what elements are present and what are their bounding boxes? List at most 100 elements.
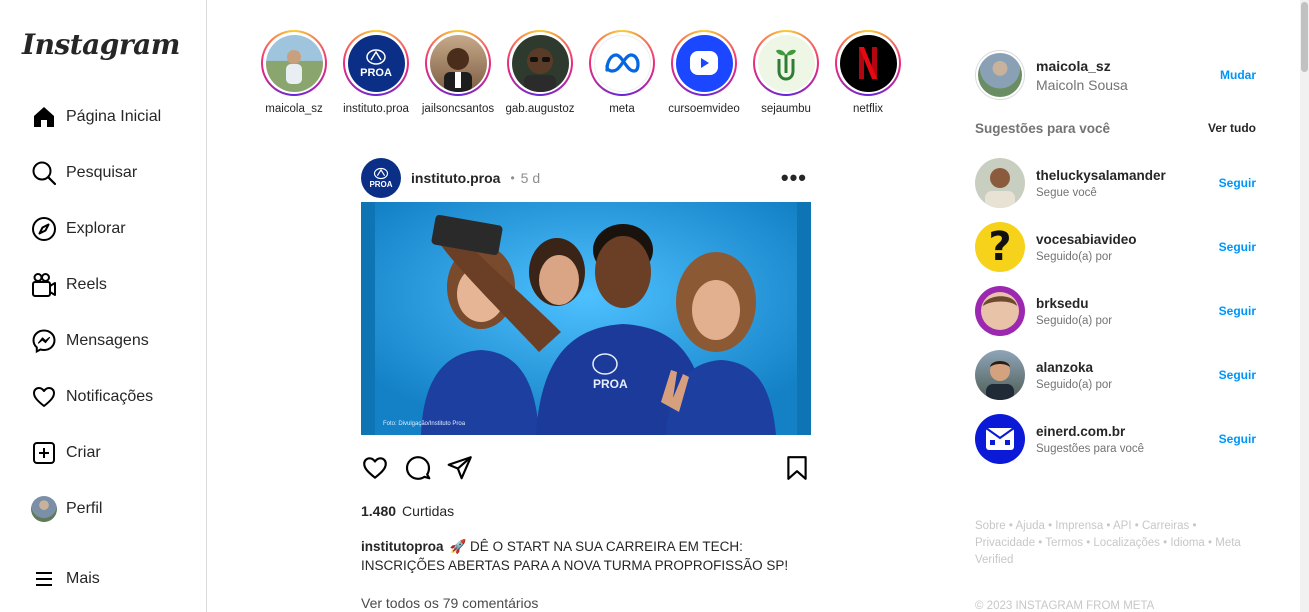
scrollbar[interactable] — [1300, 0, 1309, 612]
sidebar-item-messages[interactable]: Mensagens — [30, 323, 149, 359]
footer-links-line[interactable]: Sobre • Ajuda • Imprensa • API • Carreir… — [975, 518, 1245, 535]
current-full-name: Maicoln Sousa — [1036, 76, 1128, 93]
suggestion-item: theluckysalamander Segue você Seguir — [975, 158, 1256, 208]
story-item[interactable]: netflix — [827, 30, 909, 115]
likes-count[interactable]: 1.480 Curtidas — [361, 503, 454, 519]
post-username[interactable]: instituto.proa — [411, 170, 500, 186]
caption-username[interactable]: institutoproa — [361, 539, 444, 554]
story-username: gab.augustoz — [505, 103, 575, 115]
suggestion-subtitle: Seguido(a) por — [1036, 250, 1113, 263]
footer-links-line[interactable]: Verified — [975, 552, 1245, 569]
story-item[interactable]: gab.augustoz — [499, 30, 581, 115]
sidebar-item-label: Mensagens — [66, 332, 149, 349]
sidebar-item-create[interactable]: Criar — [30, 435, 101, 471]
story-username: maicola_sz — [265, 103, 323, 115]
sidebar-item-reels[interactable]: Reels — [30, 267, 107, 303]
story-avatar — [265, 34, 323, 92]
sidebar-item-label: Pesquisar — [66, 164, 138, 181]
suggestion-subtitle: Segue você — [1036, 186, 1097, 199]
sidebar-item-label: Notificações — [66, 388, 154, 405]
sidebar-item-more[interactable]: Mais — [30, 561, 100, 597]
sidebar-item-home[interactable]: Página Inicial — [30, 99, 161, 135]
suggestion-username[interactable]: theluckysalamander — [1036, 168, 1166, 183]
menu-icon — [30, 565, 58, 593]
reels-icon — [30, 271, 58, 299]
suggestion-username[interactable]: brksedu — [1036, 296, 1112, 311]
sidebar-item-profile[interactable]: Perfil — [30, 491, 102, 527]
suggestion-item: brksedu Seguido(a) por Seguir — [975, 286, 1256, 336]
sidebar-item-label: Reels — [66, 276, 107, 293]
story-item[interactable]: maicola_sz — [253, 30, 335, 115]
sidebar-item-label: Explorar — [66, 220, 126, 237]
like-icon[interactable] — [361, 454, 389, 487]
avatar[interactable] — [975, 286, 1025, 336]
copyright: © 2023 INSTAGRAM FROM META — [975, 600, 1155, 612]
sidebar-item-label: Criar — [66, 444, 101, 461]
scrollbar-thumb[interactable] — [1301, 2, 1308, 72]
compass-icon — [30, 215, 58, 243]
home-icon — [30, 103, 58, 131]
story-item[interactable]: sejaumbu — [745, 30, 827, 115]
story-username: sejaumbu — [761, 103, 811, 115]
follow-button[interactable]: Seguir — [1219, 432, 1256, 446]
footer-links-line[interactable]: Privacidade • Termos • Localizações • Id… — [975, 535, 1245, 552]
bookmark-icon[interactable] — [783, 454, 811, 487]
sprout-icon — [757, 34, 815, 92]
comment-icon[interactable] — [404, 454, 432, 487]
instagram-logo[interactable]: Instagram — [22, 28, 180, 61]
story-item[interactable]: meta — [581, 30, 663, 115]
sidebar-item-label: Página Inicial — [66, 108, 162, 125]
post-avatar[interactable]: PROA — [361, 158, 401, 198]
story-username: instituto.proa — [343, 103, 409, 115]
follow-button[interactable]: Seguir — [1219, 176, 1256, 190]
follow-button[interactable]: Seguir — [1219, 304, 1256, 318]
sidebar-item-search[interactable]: Pesquisar — [30, 155, 137, 191]
suggestion-username[interactable]: einerd.com.br — [1036, 424, 1144, 439]
suggestion-username[interactable]: vocesabiavideo — [1036, 232, 1137, 247]
share-icon[interactable] — [446, 454, 474, 487]
story-avatar — [429, 34, 487, 92]
messenger-icon — [30, 327, 58, 355]
suggestion-subtitle: Seguido(a) por — [1036, 378, 1113, 391]
sidebar-item-label: Mais — [66, 570, 100, 587]
suggestion-item: einerd.com.br Sugestões para você Seguir — [975, 414, 1256, 464]
suggestion-username[interactable]: alanzoka — [1036, 360, 1112, 375]
post-caption: institutoproa 🚀 DÊ O START NA SUA CARREIR… — [361, 537, 811, 575]
follow-button[interactable]: Seguir — [1219, 240, 1256, 254]
more-options-icon[interactable]: ••• — [781, 167, 807, 189]
follow-button[interactable]: Seguir — [1219, 368, 1256, 382]
sidebar-item-explore[interactable]: Explorar — [30, 211, 126, 247]
story-item[interactable]: PROA instituto.proa — [335, 30, 417, 115]
story-username: cursoemvideo — [668, 103, 740, 115]
meta-logo-icon — [593, 34, 651, 92]
avatar[interactable] — [975, 350, 1025, 400]
einerd-logo-icon[interactable] — [975, 414, 1025, 464]
current-user: maicola_sz Maicoln Sousa Mudar — [975, 50, 1256, 100]
avatar[interactable] — [975, 158, 1025, 208]
current-username[interactable]: maicola_sz — [1036, 58, 1128, 74]
view-comments-link[interactable]: Ver todos os 79 comentários — [361, 595, 538, 611]
post-time[interactable]: 5 d — [521, 170, 540, 186]
stories-tray: maicola_sz PROA instituto.proa jailsoncs… — [253, 30, 909, 115]
story-avatar: PROA — [347, 34, 405, 92]
switch-account-button[interactable]: Mudar — [1220, 68, 1256, 82]
question-mark-icon[interactable]: ? — [975, 222, 1025, 272]
suggestion-subtitle: Sugestões para você — [1036, 442, 1145, 455]
sidebar-item-notifications[interactable]: Notificações — [30, 379, 153, 415]
post-actions — [361, 452, 811, 484]
story-username: netflix — [852, 103, 884, 115]
image-credit: Foto: Divulgação/Instituto Proa — [383, 421, 466, 427]
story-username: meta — [609, 103, 635, 115]
netflix-logo-icon — [839, 34, 897, 92]
avatar[interactable] — [975, 50, 1025, 100]
search-icon — [30, 159, 58, 187]
footer-links: Sobre • Ajuda • Imprensa • API • Carreir… — [975, 518, 1245, 569]
see-all-button[interactable]: Ver tudo — [1208, 121, 1256, 136]
story-item[interactable]: jailsoncsantos — [417, 30, 499, 115]
suggestion-item: alanzoka Seguido(a) por Seguir — [975, 350, 1256, 400]
avatar — [30, 495, 58, 523]
story-item[interactable]: cursoemvideo — [663, 30, 745, 115]
suggestion-subtitle: Seguido(a) por — [1036, 314, 1113, 327]
post-image[interactable]: PROA Foto: Divulgação/Instituto Proa — [361, 202, 811, 435]
post-header: PROA instituto.proa • 5 d ••• — [361, 158, 811, 198]
